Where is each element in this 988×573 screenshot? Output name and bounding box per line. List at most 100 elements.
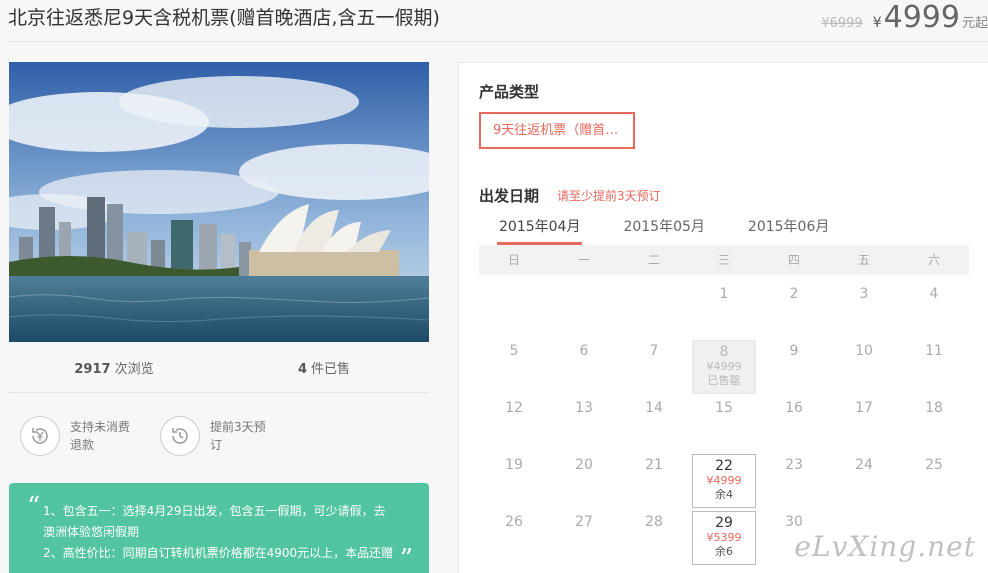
calendar-cell: 18 (899, 397, 969, 454)
day-status: 余6 (715, 545, 733, 558)
day-number: 12 (505, 400, 523, 416)
calendar-cell: 6 (549, 340, 619, 397)
booking-hint: 请至少提前3天预订 (557, 189, 661, 203)
header-divider (8, 41, 988, 42)
feature-list: 支持未消费 退款 提前3天预订 (20, 416, 300, 456)
calendar-day-11: 11 (902, 340, 966, 394)
month-tabs: 2015年04月 2015年05月 2015年06月 (496, 216, 872, 245)
calendar-cell: 29 ¥5399 余6 (689, 511, 759, 568)
day-number: 8 (719, 344, 729, 360)
open-quote-icon: “ (27, 492, 41, 522)
calendar-day-13: 13 (552, 397, 616, 451)
sale-price: 4999 (883, 0, 960, 35)
calendar-cell: 17 (829, 397, 899, 454)
day-status: 已售罄 (707, 374, 741, 387)
calendar-day-12: 12 (482, 397, 546, 451)
stats-divider (9, 392, 429, 393)
calendar-cell: 2 (759, 283, 829, 340)
clock-icon (160, 416, 200, 456)
calendar-cell: 24 (829, 454, 899, 511)
weekday-mon: 一 (577, 253, 590, 267)
calendar-day-4: 4 (902, 283, 966, 337)
calendar-day-7: 7 (622, 340, 686, 394)
tab-month-2015-04[interactable]: 2015年04月 (496, 216, 583, 245)
close-quote-icon: ” (399, 544, 413, 573)
day-number: 2 (789, 286, 799, 302)
calendar-cell: 3 (829, 283, 899, 340)
tab-month-2015-05[interactable]: 2015年05月 (623, 216, 704, 242)
original-price: ¥6999 (821, 16, 863, 31)
day-price: ¥4999 (706, 474, 742, 487)
calendar-cell: 1 (689, 283, 759, 340)
day-number: 30 (785, 514, 803, 530)
highlights-notice: “ 1、包含五一：选择4月29日出发，包含五一假期，可少请假，去 澳洲体验悠闲假… (9, 483, 429, 573)
calendar-day-28: 28 (622, 511, 686, 565)
calendar-cell: 7 (619, 340, 689, 397)
day-number: 11 (925, 343, 943, 359)
day-number: 5 (509, 343, 519, 359)
day-number: 28 (645, 514, 663, 530)
day-price: ¥5399 (706, 531, 742, 544)
booking-panel: 产品类型 9天往返机票（赠首晚酒店） 出发日期 请至少提前3天预订 2015年0… (458, 62, 988, 573)
weekday-wed: 三 (717, 253, 730, 267)
calendar-cell: 9 (759, 340, 829, 397)
calendar-day-29[interactable]: 29 ¥5399 余6 (692, 511, 756, 565)
price-unit: 元起 (961, 16, 988, 31)
weekday-fri: 五 (857, 253, 870, 267)
calendar-cell: 8 ¥4999 已售罄 (689, 340, 759, 397)
calendar-day-16: 16 (762, 397, 826, 451)
day-number: 29 (715, 515, 733, 531)
day-price: ¥4999 (706, 360, 742, 373)
yen-icon (20, 416, 60, 456)
currency-symbol: ¥ (872, 15, 882, 31)
day-number: 7 (649, 343, 659, 359)
product-title: 北京往返悉尼9天含税机票(赠首晚酒店,含五一假期) (8, 7, 440, 29)
day-number: 10 (855, 343, 873, 359)
calendar-cell: 5 (479, 340, 549, 397)
weekday-header: 日 一 二 三 四 五 六 (479, 245, 969, 275)
day-number: 15 (715, 400, 733, 416)
day-number: 4 (929, 286, 939, 302)
price-box: ¥6999 ¥ 4999 元起 (821, 0, 988, 35)
calendar-day-14: 14 (622, 397, 686, 451)
product-type-option[interactable]: 9天往返机票（赠首晚酒店） (479, 112, 635, 149)
day-number: 22 (715, 458, 733, 474)
calendar-cell: 16 (759, 397, 829, 454)
calendar-cell: 14 (619, 397, 689, 454)
calendar-cell: 21 (619, 454, 689, 511)
day-number: 9 (789, 343, 799, 359)
product-type-label: 产品类型 (479, 83, 540, 101)
day-number: 1 (719, 286, 729, 302)
day-number: 3 (859, 286, 869, 302)
day-number: 21 (645, 457, 663, 473)
calendar-cell (619, 283, 689, 340)
calendar-cell: 27 (549, 511, 619, 568)
calendar-day-22[interactable]: 22 ¥4999 余4 (692, 454, 756, 508)
calendar-day-5: 5 (482, 340, 546, 394)
day-number: 25 (925, 457, 943, 473)
tab-month-2015-06[interactable]: 2015年06月 (748, 216, 829, 242)
calendar-cell: 13 (549, 397, 619, 454)
calendar-day-21: 21 (622, 454, 686, 508)
weekday-sun: 日 (507, 253, 520, 267)
calendar-day-27: 27 (552, 511, 616, 565)
weekday-sat: 六 (927, 253, 940, 267)
calendar-day-24: 24 (832, 454, 896, 508)
day-number: 6 (579, 343, 589, 359)
calendar-cell: 19 (479, 454, 549, 511)
day-number: 16 (785, 400, 803, 416)
calendar-day-25: 25 (902, 454, 966, 508)
calendar-day-19: 19 (482, 454, 546, 508)
calendar-cell: 11 (899, 340, 969, 397)
calendar-day-6: 6 (552, 340, 616, 394)
feature-refund: 支持未消费 退款 (20, 416, 160, 456)
calendar-grid: 1 2 3 4 5 6 7 8 ¥4999 已售罄 9 10 11 12 13 14 15 16 17 18 19 20 2… (479, 283, 969, 568)
day-number: 18 (925, 400, 943, 416)
calendar-day-17: 17 (832, 397, 896, 451)
calendar-day-3: 3 (832, 283, 896, 337)
day-number: 27 (575, 514, 593, 530)
day-number: 14 (645, 400, 663, 416)
calendar-cell: 12 (479, 397, 549, 454)
calendar-cell: 4 (899, 283, 969, 340)
calendar-day-1: 1 (692, 283, 756, 337)
